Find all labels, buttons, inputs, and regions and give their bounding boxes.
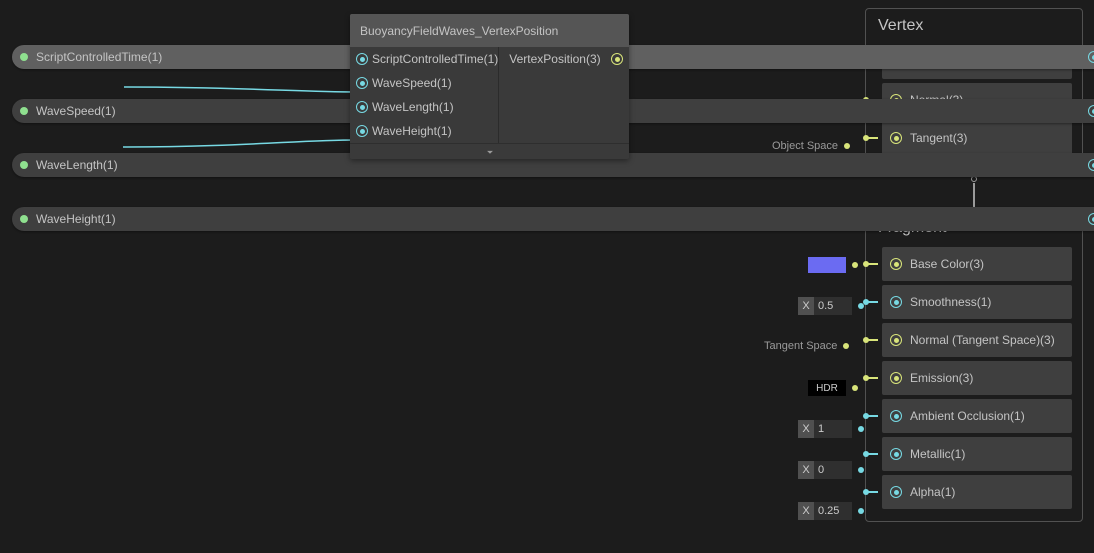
fragment-row-normal-ts[interactable]: Normal (Tangent Space)(3) (882, 323, 1072, 357)
in-port[interactable] (890, 372, 902, 384)
connector-icon (868, 301, 878, 303)
chevron-down-icon (483, 145, 497, 159)
x-value[interactable]: 0.5 (814, 297, 852, 315)
hdr-badge[interactable]: HDR (808, 380, 846, 396)
row-label: Base Color(3) (910, 257, 984, 271)
input-row-script-controlled-time: ScriptControlledTime(1) (350, 47, 498, 71)
default-label: Tangent Space (764, 340, 837, 352)
in-port[interactable] (356, 77, 368, 89)
dot-icon (858, 467, 864, 473)
row-label: Tangent(3) (910, 131, 967, 145)
row-label: Smoothness(1) (910, 295, 991, 309)
dot-icon (852, 385, 858, 391)
vertex-row-tangent[interactable]: Tangent(3) (882, 121, 1072, 155)
in-port[interactable] (890, 448, 902, 460)
input-label: WaveSpeed(1) (372, 76, 452, 90)
block-link-line (973, 183, 975, 207)
fragment-row-metallic[interactable]: Metallic(1) (882, 437, 1072, 471)
input-label: WaveLength(1) (372, 100, 454, 114)
fragment-block: Fragment Base Color(3) Smoothness(1) Nor… (865, 210, 1083, 522)
connector-icon (868, 377, 878, 379)
node-buoyancy-vertex-position[interactable]: BuoyancyFieldWaves_VertexPosition Script… (350, 14, 629, 159)
connector-icon (868, 491, 878, 493)
default-alpha[interactable]: X0.25 (798, 502, 864, 520)
connector-icon (868, 453, 878, 455)
out-port[interactable] (1088, 159, 1094, 171)
property-label: WaveLength(1) (36, 158, 118, 172)
in-port[interactable] (356, 125, 368, 137)
input-label: WaveHeight(1) (372, 124, 452, 138)
row-label: Emission(3) (910, 371, 973, 385)
property-label: ScriptControlledTime(1) (36, 50, 162, 64)
in-port[interactable] (356, 101, 368, 113)
connector-icon (868, 339, 878, 341)
input-row-wave-height: WaveHeight(1) (350, 119, 498, 143)
input-row-wave-length: WaveLength(1) (350, 95, 498, 119)
x-label: X (798, 502, 814, 520)
dot-icon (852, 262, 858, 268)
dot-icon (858, 303, 864, 309)
dot-icon (858, 426, 864, 432)
default-metallic[interactable]: X0 (798, 461, 864, 479)
fragment-row-base-color[interactable]: Base Color(3) (882, 247, 1072, 281)
dot-icon (843, 343, 849, 349)
out-port[interactable] (611, 53, 623, 65)
x-value[interactable]: 0 (814, 461, 852, 479)
node-title: BuoyancyFieldWaves_VertexPosition (350, 14, 629, 47)
fragment-row-ao[interactable]: Ambient Occlusion(1) (882, 399, 1072, 433)
out-port[interactable] (1088, 51, 1094, 63)
x-value[interactable]: 0.25 (814, 502, 852, 520)
in-port[interactable] (890, 410, 902, 422)
row-label: Alpha(1) (910, 485, 955, 499)
x-label: X (798, 461, 814, 479)
out-port[interactable] (1088, 213, 1094, 225)
in-port[interactable] (890, 486, 902, 498)
property-wave-height[interactable]: WaveHeight(1) (12, 207, 1094, 231)
row-label: Normal (Tangent Space)(3) (910, 333, 1055, 347)
default-space-tangent[interactable]: Object Space (772, 140, 850, 152)
type-dot-icon (20, 53, 28, 61)
output-label: VertexPosition(3) (509, 52, 600, 66)
input-label: ScriptControlledTime(1) (372, 52, 498, 66)
fragment-row-smoothness[interactable]: Smoothness(1) (882, 285, 1072, 319)
vertex-block: Vertex Position(3) Normal(3) Tangent(3) (865, 8, 1083, 168)
fragment-row-emission[interactable]: Emission(3) (882, 361, 1072, 395)
x-label: X (798, 297, 814, 315)
default-label: Object Space (772, 140, 838, 152)
property-label: WaveHeight(1) (36, 212, 116, 226)
in-port[interactable] (890, 296, 902, 308)
default-base-color[interactable] (808, 257, 858, 273)
default-emission[interactable]: HDR (808, 380, 858, 396)
row-label: Ambient Occlusion(1) (910, 409, 1025, 423)
type-dot-icon (20, 107, 28, 115)
block-title: Vertex (866, 17, 1082, 41)
expand-toggle[interactable] (350, 143, 629, 159)
color-swatch[interactable] (808, 257, 846, 273)
x-value[interactable]: 1 (814, 420, 852, 438)
in-port[interactable] (890, 132, 902, 144)
default-smoothness[interactable]: X0.5 (798, 297, 864, 315)
dot-icon (844, 143, 850, 149)
connector-icon (868, 415, 878, 417)
in-port[interactable] (890, 334, 902, 346)
fragment-row-alpha[interactable]: Alpha(1) (882, 475, 1072, 509)
in-port[interactable] (890, 258, 902, 270)
connector-icon (868, 137, 878, 139)
type-dot-icon (20, 161, 28, 169)
in-port[interactable] (356, 53, 368, 65)
out-port[interactable] (1088, 105, 1094, 117)
output-row-vertex-position: VertexPosition(3) (499, 47, 629, 71)
default-normal-space[interactable]: Tangent Space (764, 340, 849, 352)
property-label: WaveSpeed(1) (36, 104, 116, 118)
type-dot-icon (20, 215, 28, 223)
connector-icon (868, 263, 878, 265)
dot-icon (858, 508, 864, 514)
default-ao[interactable]: X1 (798, 420, 864, 438)
x-label: X (798, 420, 814, 438)
row-label: Metallic(1) (910, 447, 965, 461)
input-row-wave-speed: WaveSpeed(1) (350, 71, 498, 95)
